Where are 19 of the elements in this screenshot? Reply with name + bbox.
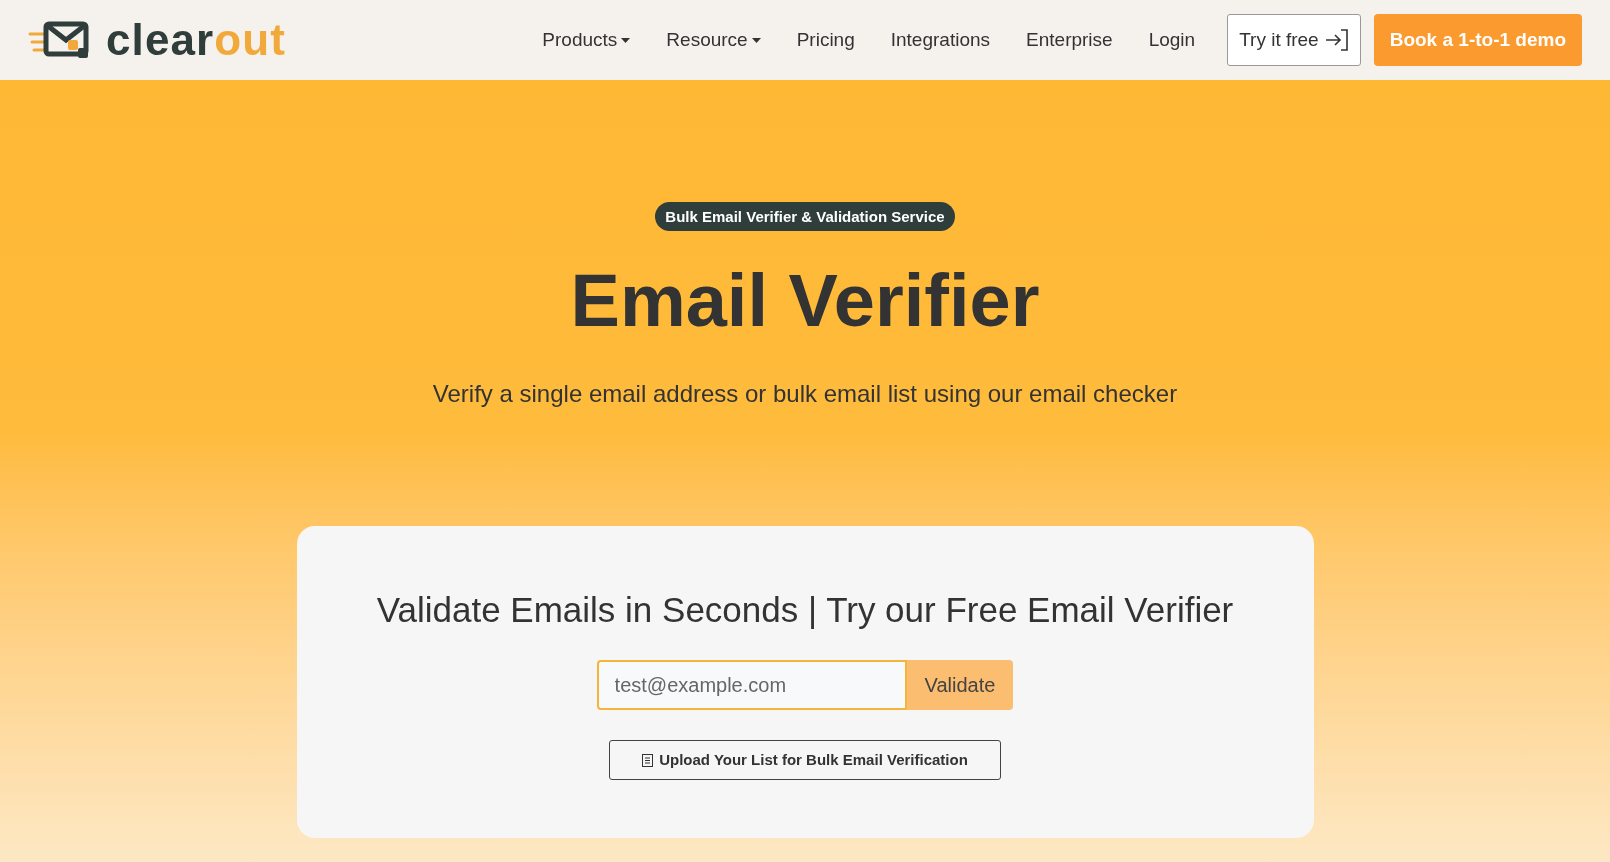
upload-list-button[interactable]: Upload Your List for Bulk Email Verification (609, 740, 1001, 780)
nav-link[interactable]: Products (524, 25, 649, 55)
sign-in-arrow-icon (1324, 29, 1349, 51)
document-icon (642, 753, 654, 767)
hero-title: Email Verifier (570, 258, 1040, 344)
try-free-button[interactable]: Try it free (1227, 14, 1361, 66)
caret-icon (751, 37, 761, 43)
nav-link[interactable]: Pricing (778, 25, 873, 55)
nav-link[interactable]: Enterprise (1008, 25, 1131, 55)
validate-button[interactable]: Validate (906, 660, 1014, 710)
hero-badge: Bulk Email Verifier & Validation Service (655, 202, 955, 231)
card-title: Validate Emails in Seconds | Try our Free Email Verifier (376, 588, 1234, 631)
caret-icon (621, 37, 631, 43)
logo-wordmark[interactable]: clearout (106, 18, 286, 62)
nav-link[interactable]: Login (1130, 25, 1214, 55)
nav-link[interactable]: Resource (648, 25, 779, 55)
hero-subtitle: Verify a single email address or bulk email list using our email checker (432, 378, 1178, 409)
nav-link[interactable]: Integrations (872, 25, 1009, 55)
email-field[interactable]: test@example.com (596, 660, 907, 710)
